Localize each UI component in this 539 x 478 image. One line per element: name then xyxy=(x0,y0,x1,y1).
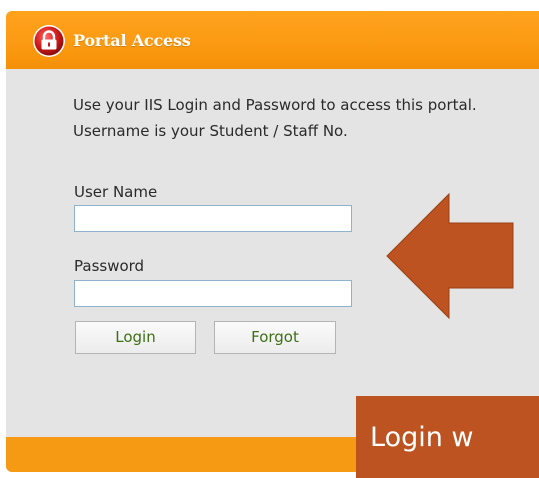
panel-header: Portal Access xyxy=(6,11,539,69)
screenshot-stage: Portal Access Use your IIS Login and Pas… xyxy=(0,0,539,478)
panel-title: Portal Access xyxy=(73,31,191,50)
lock-icon xyxy=(33,25,65,57)
username-label: User Name xyxy=(74,183,158,201)
login-button[interactable]: Login xyxy=(75,321,196,354)
left-arrow-icon xyxy=(386,192,514,320)
instructions-text: Use your IIS Login and Password to acces… xyxy=(73,96,477,140)
annotation-callout: Login w xyxy=(356,396,539,478)
forgot-button[interactable]: Forgot xyxy=(214,321,336,354)
password-label: Password xyxy=(74,257,145,275)
password-input[interactable] xyxy=(74,280,352,307)
username-input[interactable] xyxy=(74,205,352,232)
